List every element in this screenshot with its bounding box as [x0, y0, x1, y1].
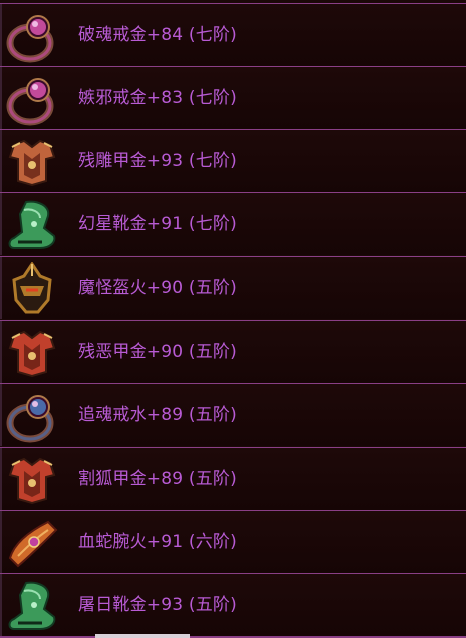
ring-icon	[4, 9, 60, 63]
list-item[interactable]: 追魂戒水+89 (五阶)	[0, 383, 466, 446]
row-edge	[0, 130, 2, 192]
item-label: 残恶甲金+90 (五阶)	[78, 342, 237, 362]
row-edge	[0, 384, 2, 446]
armor-icon	[4, 135, 60, 189]
ring-icon	[4, 72, 60, 126]
armor-icon	[4, 453, 60, 507]
ring-icon	[4, 389, 60, 443]
item-label: 血蛇腕火+91 (六阶)	[78, 532, 237, 552]
equipment-list: 破魂戒金+84 (七阶) 嫉邪戒金+83 (七阶) 残雕甲金+93 (七阶) 幻…	[0, 0, 466, 638]
item-label: 嫉邪戒金+83 (七阶)	[78, 88, 237, 108]
item-label: 割狐甲金+89 (五阶)	[78, 469, 237, 489]
list-item[interactable]: 幻星靴金+91 (七阶)	[0, 192, 466, 255]
list-item[interactable]: 嫉邪戒金+83 (七阶)	[0, 66, 466, 129]
row-edge	[0, 448, 2, 510]
row-edge	[0, 67, 2, 129]
item-label: 屠日靴金+93 (五阶)	[78, 595, 237, 615]
row-edge	[0, 4, 2, 66]
boots-icon	[4, 198, 60, 252]
list-item[interactable]: 屠日靴金+93 (五阶)	[0, 573, 466, 636]
list-item[interactable]: 魔怪盔火+90 (五阶)	[0, 256, 466, 319]
item-label: 破魂戒金+84 (七阶)	[78, 25, 237, 45]
list-item[interactable]: 血蛇腕火+91 (六阶)	[0, 510, 466, 573]
item-label: 幻星靴金+91 (七阶)	[78, 214, 237, 234]
item-label: 魔怪盔火+90 (五阶)	[78, 278, 237, 298]
bracer-icon	[4, 516, 60, 570]
list-item[interactable]: 残恶甲金+90 (五阶)	[0, 320, 466, 383]
item-label: 追魂戒水+89 (五阶)	[78, 405, 237, 425]
row-edge	[0, 321, 2, 383]
list-item[interactable]: 割狐甲金+89 (五阶)	[0, 447, 466, 510]
row-edge	[0, 511, 2, 573]
scroll-indicator[interactable]	[95, 634, 190, 638]
row-edge	[0, 257, 2, 319]
list-item[interactable]: 破魂戒金+84 (七阶)	[0, 3, 466, 66]
armor-icon	[4, 326, 60, 380]
item-label: 残雕甲金+93 (七阶)	[78, 151, 237, 171]
boots-icon	[4, 579, 60, 633]
list-item[interactable]: 残雕甲金+93 (七阶)	[0, 129, 466, 192]
row-edge	[0, 574, 2, 636]
row-edge	[0, 193, 2, 255]
helmet-icon	[4, 262, 60, 316]
